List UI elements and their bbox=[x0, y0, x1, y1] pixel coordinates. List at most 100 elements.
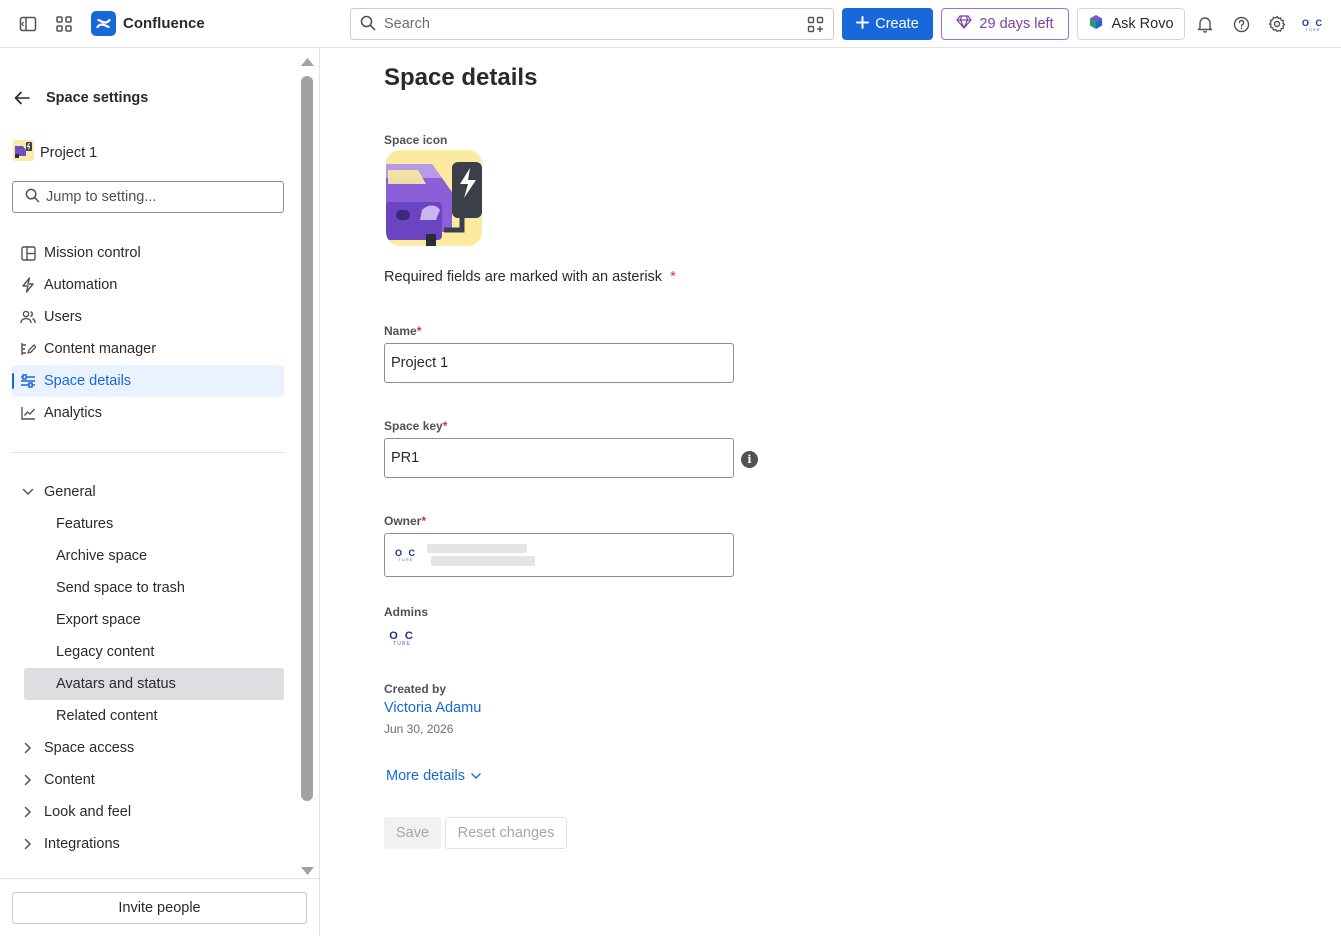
sidebar-title: Space settings bbox=[46, 90, 149, 106]
rovo-label: Ask Rovo bbox=[1111, 16, 1174, 32]
nav-group-space-access[interactable]: Space access bbox=[12, 732, 284, 764]
admin-avatar[interactable]: O C TURE bbox=[386, 626, 418, 652]
trial-days-button[interactable]: 29 days left bbox=[941, 8, 1069, 40]
required-asterisk: * bbox=[421, 514, 427, 528]
save-button[interactable]: Save bbox=[384, 817, 441, 849]
nav-item-automation[interactable]: Automation bbox=[12, 269, 284, 301]
nav-group-label: General bbox=[44, 484, 96, 500]
user-avatar[interactable]: O C TURE bbox=[1299, 11, 1327, 39]
scroll-up-arrow-icon[interactable] bbox=[300, 54, 315, 70]
space-icon-image[interactable] bbox=[386, 150, 482, 246]
nav-label: Users bbox=[44, 309, 82, 325]
trial-label: 29 days left bbox=[979, 16, 1054, 32]
space-avatar-icon bbox=[13, 140, 34, 165]
ask-rovo-button[interactable]: Ask Rovo bbox=[1077, 8, 1185, 40]
nav-label: Automation bbox=[44, 277, 118, 293]
created-date: Jun 30, 2026 bbox=[384, 722, 454, 736]
name-label-text: Name bbox=[384, 324, 417, 338]
gem-icon bbox=[956, 15, 973, 33]
setting-search-input[interactable] bbox=[46, 189, 266, 205]
name-field[interactable] bbox=[384, 343, 734, 383]
nav-label: Mission control bbox=[44, 245, 141, 261]
owner-picker[interactable]: O C TURE bbox=[384, 533, 734, 577]
confluence-logo[interactable]: Confluence bbox=[91, 11, 205, 36]
more-details-label: More details bbox=[386, 768, 465, 784]
chevron-right-icon bbox=[20, 836, 36, 852]
required-asterisk: * bbox=[416, 324, 422, 338]
sidebar-footer: Invite people bbox=[0, 878, 319, 936]
space-settings-sidebar: Space settings Project 1 Mission control… bbox=[0, 48, 320, 936]
plus-icon bbox=[856, 15, 870, 33]
required-note-text: Required fields are marked with an aster… bbox=[384, 269, 663, 285]
sidebar-scrollbar[interactable] bbox=[297, 48, 319, 888]
scroll-down-arrow-icon[interactable] bbox=[300, 863, 315, 879]
redacted-owner-detail bbox=[431, 556, 535, 566]
required-asterisk: * bbox=[442, 419, 448, 433]
nav-subitem-features[interactable]: Features bbox=[24, 508, 284, 540]
nav-group-general[interactable]: General bbox=[12, 476, 284, 508]
nav-item-content-manager[interactable]: Content manager bbox=[12, 333, 284, 365]
nav-subitem-avatars-and-status[interactable]: Avatars and status bbox=[24, 668, 284, 700]
settings-gear-icon[interactable] bbox=[1263, 10, 1291, 38]
required-asterisk: * bbox=[670, 269, 676, 285]
nav-group-content[interactable]: Content bbox=[12, 764, 284, 796]
nav-group-label: Integrations bbox=[44, 836, 120, 852]
invite-people-button[interactable]: Invite people bbox=[12, 892, 307, 924]
more-details-toggle[interactable]: More details bbox=[386, 768, 481, 784]
nav-group-label: Space access bbox=[44, 740, 135, 756]
layout-icon bbox=[20, 245, 36, 261]
app-switcher-icon[interactable] bbox=[50, 10, 78, 38]
chevron-right-icon bbox=[20, 804, 36, 820]
nav-group-integrations[interactable]: Integrations bbox=[12, 828, 284, 860]
reset-changes-button[interactable]: Reset changes bbox=[445, 817, 567, 849]
owner-label-text: Owner bbox=[384, 514, 422, 528]
name-input[interactable] bbox=[391, 355, 721, 371]
app-name: Confluence bbox=[123, 15, 205, 32]
space-key-label: Space key* bbox=[384, 419, 447, 433]
content-manager-icon bbox=[20, 341, 36, 357]
nav-item-mission-control[interactable]: Mission control bbox=[12, 237, 284, 269]
nav-label: Content manager bbox=[44, 341, 157, 357]
nav-label: Space details bbox=[44, 373, 132, 389]
help-icon[interactable] bbox=[1227, 10, 1255, 38]
search-filters-icon[interactable] bbox=[807, 16, 824, 36]
setting-search[interactable] bbox=[12, 181, 284, 213]
nav-subitem-archive-space[interactable]: Archive space bbox=[24, 540, 284, 572]
people-icon bbox=[20, 309, 36, 325]
nav-subitem-legacy-content[interactable]: Legacy content bbox=[24, 636, 284, 668]
rovo-icon bbox=[1088, 14, 1104, 34]
nav-subitem-export-space[interactable]: Export space bbox=[24, 604, 284, 636]
nav-item-users[interactable]: Users bbox=[12, 301, 284, 333]
nav-label: Analytics bbox=[44, 405, 103, 421]
global-search[interactable] bbox=[350, 8, 834, 40]
nav-item-space-details[interactable]: Space details bbox=[12, 365, 284, 397]
chevron-down-icon bbox=[20, 484, 36, 500]
chevron-right-icon bbox=[20, 772, 36, 788]
space-link[interactable]: Project 1 bbox=[13, 140, 97, 165]
redacted-owner-name bbox=[427, 544, 527, 553]
owner-avatar: O C TURE bbox=[394, 547, 417, 562]
search-input[interactable] bbox=[384, 16, 794, 32]
lightning-icon bbox=[20, 277, 36, 293]
space-key-field[interactable] bbox=[384, 438, 734, 478]
nav-group-look-and-feel[interactable]: Look and feel bbox=[12, 796, 284, 828]
sidebar-toggle-icon[interactable] bbox=[14, 10, 42, 38]
create-label: Create bbox=[875, 16, 919, 32]
scroll-thumb[interactable] bbox=[301, 76, 313, 801]
chevron-right-icon bbox=[20, 740, 36, 756]
back-arrow-icon[interactable] bbox=[12, 88, 32, 108]
space-key-input[interactable] bbox=[391, 450, 721, 466]
required-fields-note: Required fields are marked with an aster… bbox=[384, 269, 676, 285]
nav-subitem-related-content[interactable]: Related content bbox=[24, 700, 284, 732]
space-key-label-text: Space key bbox=[384, 419, 443, 433]
space-name: Project 1 bbox=[40, 144, 98, 161]
nav-group-label: Content bbox=[44, 772, 95, 788]
nav-subitem-send-to-trash[interactable]: Send space to trash bbox=[24, 572, 284, 604]
sidebar-divider bbox=[12, 452, 284, 453]
notifications-bell-icon[interactable] bbox=[1191, 10, 1219, 38]
create-button[interactable]: Create bbox=[842, 8, 933, 40]
creator-link[interactable]: Victoria Adamu bbox=[384, 700, 481, 716]
info-icon[interactable]: i bbox=[741, 451, 758, 468]
chevron-down-icon bbox=[471, 768, 481, 784]
nav-item-analytics[interactable]: Analytics bbox=[12, 397, 284, 429]
